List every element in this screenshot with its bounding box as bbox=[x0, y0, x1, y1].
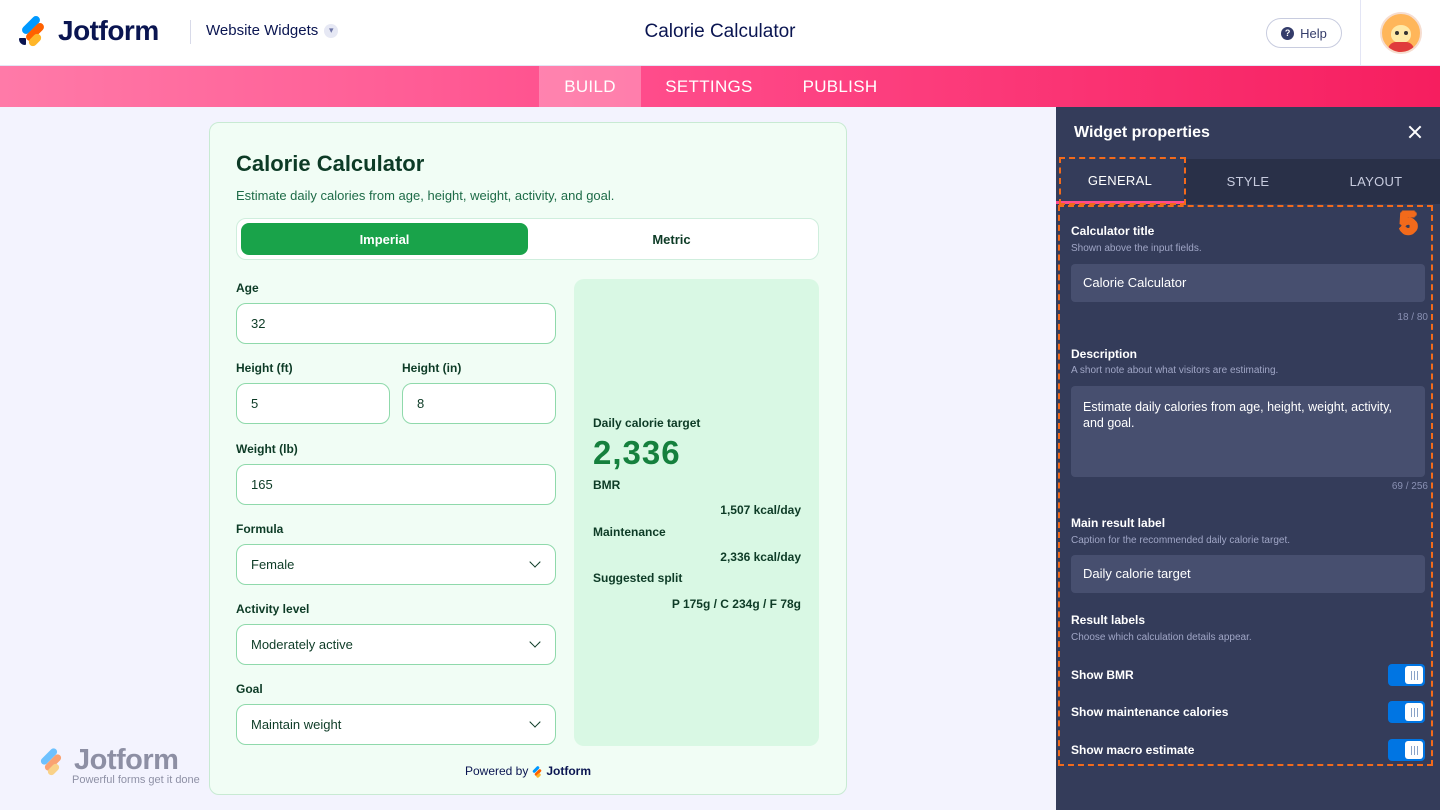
bmr-label: BMR bbox=[593, 478, 621, 492]
main-result-value: 2,336 bbox=[593, 434, 681, 471]
goal-value: Maintain weight bbox=[251, 717, 342, 732]
help-button[interactable]: ? Help bbox=[1266, 18, 1342, 48]
maintenance-value: 2,336 kcal/day bbox=[720, 550, 801, 564]
top-header: Jotform Website Widgets ▾ Calorie Calcul… bbox=[0, 0, 1440, 66]
height-ft-label: Height (ft) bbox=[236, 361, 293, 375]
activity-label: Activity level bbox=[236, 602, 310, 616]
watermark-brand: Jotform bbox=[74, 744, 179, 776]
jotform-logo[interactable]: Jotform bbox=[18, 14, 159, 48]
builder-nav: BUILD SETTINGS PUBLISH bbox=[0, 66, 1440, 107]
maintenance-label: Maintenance bbox=[593, 525, 666, 539]
formula-select[interactable]: Female bbox=[236, 544, 556, 585]
header-divider bbox=[190, 20, 191, 44]
powered-by[interactable]: Powered by Jotform bbox=[210, 764, 846, 779]
product-dropdown[interactable]: Website Widgets ▾ bbox=[206, 22, 339, 39]
tab-layout[interactable]: LAYOUT bbox=[1312, 159, 1440, 204]
tab-build[interactable]: BUILD bbox=[539, 66, 641, 107]
height-in-label: Height (in) bbox=[402, 361, 462, 375]
chevron-down-icon: ▾ bbox=[324, 23, 339, 38]
formula-label: Formula bbox=[236, 522, 284, 536]
chevron-down-icon bbox=[529, 636, 541, 648]
goal-label: Goal bbox=[236, 682, 263, 696]
jotform-mini-icon bbox=[532, 765, 543, 779]
imperial-option[interactable]: Imperial bbox=[241, 223, 528, 255]
age-input[interactable]: 32 bbox=[236, 303, 556, 344]
tab-style[interactable]: STYLE bbox=[1184, 159, 1312, 204]
split-label: Suggested split bbox=[593, 571, 683, 585]
calculator-widget: Calorie Calculator Estimate daily calori… bbox=[209, 122, 847, 795]
height-ft-input[interactable]: 5 bbox=[236, 383, 390, 424]
weight-label: Weight (lb) bbox=[236, 442, 298, 456]
panel-header: Widget properties bbox=[1056, 107, 1440, 159]
jotform-watermark-icon bbox=[38, 746, 70, 778]
bmr-value: 1,507 kcal/day bbox=[720, 503, 801, 517]
metric-option[interactable]: Metric bbox=[528, 223, 815, 255]
result-panel: Daily calorie target 2,336 BMR 1,507 kca… bbox=[574, 279, 819, 746]
powered-by-text: Powered by bbox=[464, 764, 529, 778]
unit-toggle: Imperial Metric bbox=[236, 218, 819, 260]
annotation-number: 5 bbox=[1400, 207, 1417, 240]
height-in-input[interactable]: 8 bbox=[402, 383, 556, 424]
formula-value: Female bbox=[251, 557, 295, 572]
question-icon: ? bbox=[1281, 26, 1295, 40]
product-dropdown-label: Website Widgets bbox=[206, 22, 319, 39]
widget-title: Calorie Calculator bbox=[236, 151, 425, 176]
age-label: Age bbox=[236, 281, 259, 295]
close-icon[interactable] bbox=[1406, 123, 1424, 141]
panel-title: Widget properties bbox=[1074, 124, 1210, 141]
split-value: P 175g / C 234g / F 78g bbox=[671, 597, 801, 611]
highlight-general-content bbox=[1058, 205, 1433, 766]
highlight-general-tab bbox=[1059, 157, 1186, 205]
brand-name: Jotform bbox=[58, 15, 159, 46]
jotform-logo-icon bbox=[18, 14, 48, 48]
activity-select[interactable]: Moderately active bbox=[236, 624, 556, 665]
weight-input[interactable]: 165 bbox=[236, 464, 556, 505]
chevron-down-icon bbox=[529, 716, 541, 728]
goal-select[interactable]: Maintain weight bbox=[236, 704, 556, 745]
tab-settings[interactable]: SETTINGS bbox=[650, 66, 768, 107]
widget-description: Estimate daily calories from age, height… bbox=[236, 188, 615, 203]
powered-brand: Jotform bbox=[546, 764, 592, 778]
header-separator bbox=[1360, 0, 1361, 66]
chevron-down-icon bbox=[529, 556, 541, 568]
tab-publish[interactable]: PUBLISH bbox=[790, 66, 890, 107]
help-label: Help bbox=[1300, 25, 1327, 41]
activity-value: Moderately active bbox=[251, 637, 353, 652]
watermark-tagline: Powerful forms get it done bbox=[72, 774, 200, 786]
avatar[interactable] bbox=[1380, 12, 1422, 54]
main-result-label: Daily calorie target bbox=[593, 416, 701, 430]
